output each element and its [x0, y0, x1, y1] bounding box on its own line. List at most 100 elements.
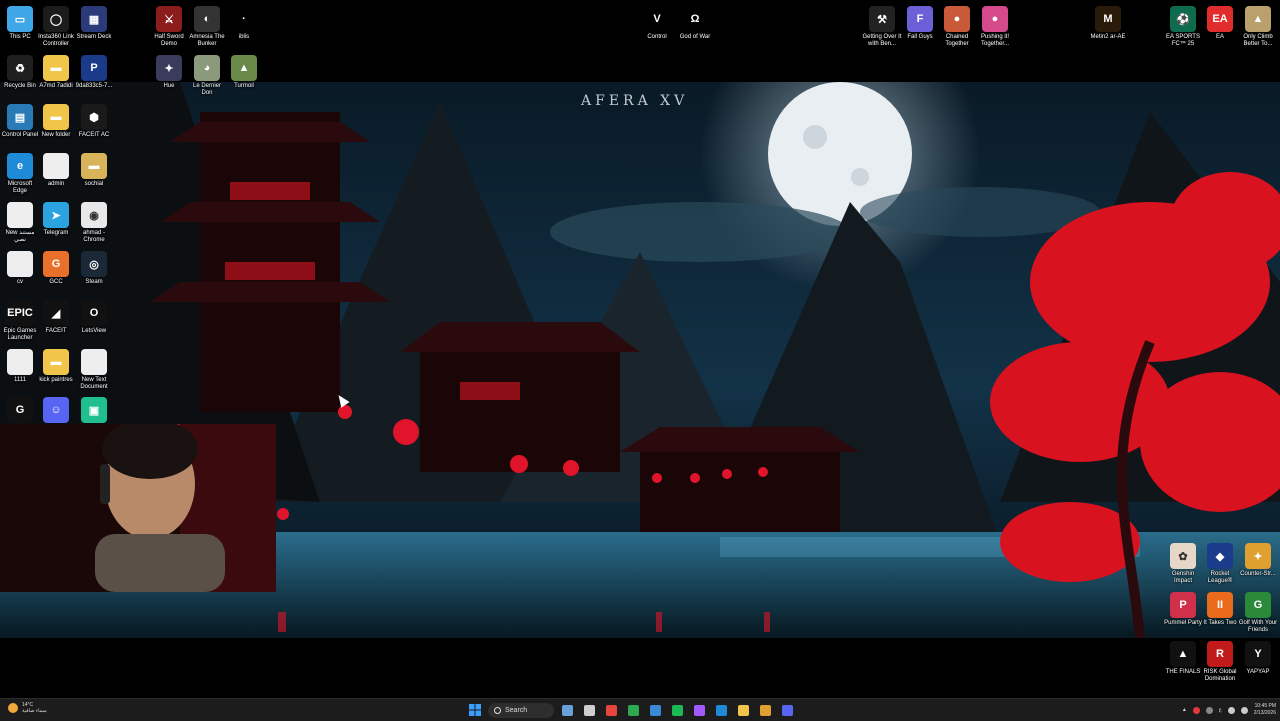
desktop-icon-yapyap[interactable]: Y YAPYAP	[1238, 641, 1278, 676]
desktop-icon-sochial[interactable]: ▬ sochial	[74, 153, 114, 188]
desktop-icon-god-of-war[interactable]: Ω God of War	[675, 6, 715, 41]
desktop-icon-counter-strike[interactable]: ✦ Counter-Str...	[1238, 543, 1278, 578]
desktop-icon-it-takes-two[interactable]: II It Takes Two	[1200, 592, 1240, 627]
weather-desc: سماء صافية	[22, 708, 47, 714]
desktop-icon-label: Pummel Party	[1164, 620, 1202, 626]
desktop-icon-label: GCC	[49, 279, 63, 285]
weather-widget[interactable]: 14°C سماء صافية	[8, 702, 47, 714]
taskbar-app-explorer[interactable]	[735, 702, 752, 719]
desktop-icon-label: Golf With Your Friends	[1238, 620, 1278, 633]
taskbar-search[interactable]: Search	[488, 702, 554, 718]
desktop-icon-a7md-folder[interactable]: ▬ A7md 7adidi	[36, 55, 76, 90]
desktop-icon-label: Stream Deck	[76, 34, 112, 40]
desktop-icon-half-sword[interactable]: ⚔ Half Sword Demo	[149, 6, 189, 48]
mic-icon[interactable]	[1205, 706, 1213, 714]
desktop-icon-telegram[interactable]: ➤ Telegram	[36, 202, 76, 237]
taskbar: 14°C سماء صافية Search ▲ ع 10:45 PM 2/13…	[0, 698, 1280, 721]
desktop-icon-new-folder[interactable]: ▬ New folder	[36, 104, 76, 139]
desktop-icon-pdf-file[interactable]: P 9da833c5-7...	[74, 55, 114, 90]
pushing-it-icon: ●	[982, 6, 1008, 32]
desktop-icon-genshin[interactable]: ✿ Genshin Impact	[1163, 543, 1203, 585]
desktop-icon-edge[interactable]: e Microsoft Edge	[0, 153, 40, 195]
desktop-icon-faceit-ac[interactable]: ⬢ FACEIT AC	[74, 104, 114, 139]
desktop-icon-only-climb[interactable]: ▲ Only Climb Better To...	[1238, 6, 1278, 48]
chrome-3-icon	[760, 704, 771, 716]
god-of-war-icon: Ω	[682, 6, 708, 32]
chevron-up-icon[interactable]: ▲	[1182, 707, 1187, 713]
the-finals-icon: ▲	[1170, 641, 1196, 667]
desktop-icon-admin[interactable]: admin	[36, 153, 76, 188]
desktop-icon-le-dernier-don[interactable]: ◕ Le Dernier Don	[187, 55, 227, 97]
desktop-icon-chrome-ahmad[interactable]: ◉ ahmad - Chrome	[74, 202, 114, 244]
desktop-icon-rocket-league[interactable]: ◆ Rocket League®	[1200, 543, 1240, 585]
taskbar-app-figma[interactable]	[691, 702, 708, 719]
desktop-icon-label: EA SPORTS FC™ 25	[1166, 34, 1200, 47]
desktop-icon-label: Metin2 ar-AE	[1090, 34, 1126, 40]
desktop-icon-hue[interactable]: ✦ Hue	[149, 55, 189, 90]
desktop-icon-turmoil[interactable]: ▲ Turmoil	[224, 55, 264, 90]
taskbar-app-store[interactable]	[647, 702, 664, 719]
desktop-icon-iblis[interactable]: · iblis	[224, 6, 264, 41]
volume-icon[interactable]	[1240, 706, 1248, 714]
desktop-icon-amnesia[interactable]: ◐ Amnesia The Bunker	[187, 6, 227, 48]
steam-icon: ◎	[81, 251, 107, 277]
desktop-icon-control[interactable]: V Control	[637, 6, 677, 41]
desktop-icon-cv[interactable]: cv	[0, 251, 40, 286]
desktop-icon-faceit[interactable]: ◢ FACEIT	[36, 300, 76, 335]
desktop-icon-kick-paintres[interactable]: ▬ kick paintres	[36, 349, 76, 384]
desktop-icon-steam[interactable]: ◎ Steam	[74, 251, 114, 286]
desktop-icon-recycle-bin[interactable]: ♻ Recycle Bin	[0, 55, 40, 90]
desktop-icon-control-panel[interactable]: ▤ Control Panel	[0, 104, 40, 139]
stream-deck-icon: ▦	[81, 6, 107, 32]
desktop-icon-the-finals[interactable]: ▲ THE FINALS	[1163, 641, 1203, 676]
gcc-icon: G	[43, 251, 69, 277]
desktop-icon-label: FACEIT AC	[78, 132, 110, 138]
desktop-icon-epic-games[interactable]: EPIC Epic Games Launcher	[0, 300, 40, 342]
desktop-icon-fall-guys[interactable]: F Fall Guys	[900, 6, 940, 41]
desktop-icon-label: Only Climb Better To...	[1243, 34, 1273, 47]
desktop-icon-this-pc[interactable]: ▭ This PC	[0, 6, 40, 41]
desktop-icon-new-doc-arabic[interactable]: New مستند نصي	[0, 202, 40, 244]
desktop-icon-label: Microsoft Edge	[7, 181, 33, 194]
taskbar-app-chrome-1[interactable]	[603, 702, 620, 719]
cv-icon	[7, 251, 33, 277]
webcam-overlay	[0, 424, 276, 592]
desktop-icon-discord[interactable]: ☺	[36, 397, 76, 425]
desktop-icon-risk[interactable]: R RISK Global Domination	[1200, 641, 1240, 683]
desktop-icon-golf-friends[interactable]: G Golf With Your Friends	[1238, 592, 1278, 634]
desktop-icon-ea-fc25[interactable]: ⚽ EA SPORTS FC™ 25	[1163, 6, 1203, 48]
clock[interactable]: 10:45 PM 2/13/2026	[1254, 703, 1276, 717]
desktop-icon-label: Amnesia The Bunker	[189, 34, 225, 47]
taskbar-app-chrome-2[interactable]	[625, 702, 642, 719]
desktop-icon-pummel-party[interactable]: P Pummel Party	[1163, 592, 1203, 627]
explorer-icon	[738, 704, 749, 716]
desktop-icon-getting-over-it[interactable]: ⚒ Getting Over It with Ben...	[862, 6, 902, 48]
desktop-icon-label: New مستند نصي	[5, 230, 35, 243]
desktop-icon-stream-deck[interactable]: ▦ Stream Deck	[74, 6, 114, 41]
taskbar-app-widgets[interactable]	[559, 702, 576, 719]
desktop-icon-pushing-it[interactable]: ● Pushing it! Together...	[975, 6, 1015, 48]
wifi-icon[interactable]	[1227, 706, 1235, 714]
taskbar-app-spotify[interactable]	[669, 702, 686, 719]
desktop-icon-letsview[interactable]: O LetsView	[74, 300, 114, 335]
record-icon[interactable]	[1192, 706, 1200, 714]
chrome-2-icon	[628, 704, 639, 716]
desktop-icon-chained-together[interactable]: ● Chained Together	[937, 6, 977, 48]
desktop-icon-icon-g[interactable]: G	[0, 397, 40, 425]
lang-indicator[interactable]: ع	[1219, 707, 1222, 713]
desktop-icon-metin2[interactable]: M Metin2 ar-AE	[1088, 6, 1128, 41]
desktop-icon-insta360[interactable]: ◯ Insta360 Link Controller	[36, 6, 76, 48]
desktop-icon-gcc[interactable]: G GCC	[36, 251, 76, 286]
desktop-icon-label: admin	[47, 181, 65, 187]
desktop-icon-new-text-doc[interactable]: New Text Document	[74, 349, 114, 391]
desktop-icon-icon-green[interactable]: ▣	[74, 397, 114, 425]
desktop-icon-file-1111[interactable]: 1111	[0, 349, 40, 384]
taskbar-app-discord-tb[interactable]	[779, 702, 796, 719]
start-button[interactable]	[466, 702, 483, 719]
taskbar-app-chrome-3[interactable]	[757, 702, 774, 719]
recycle-bin-icon: ♻	[7, 55, 33, 81]
taskbar-app-edge-tb[interactable]	[713, 702, 730, 719]
desktop-icon-ea[interactable]: EA EA	[1200, 6, 1240, 41]
taskbar-app-task-view[interactable]	[581, 702, 598, 719]
system-tray: ▲ ع 10:45 PM 2/13/2026	[1182, 701, 1276, 719]
